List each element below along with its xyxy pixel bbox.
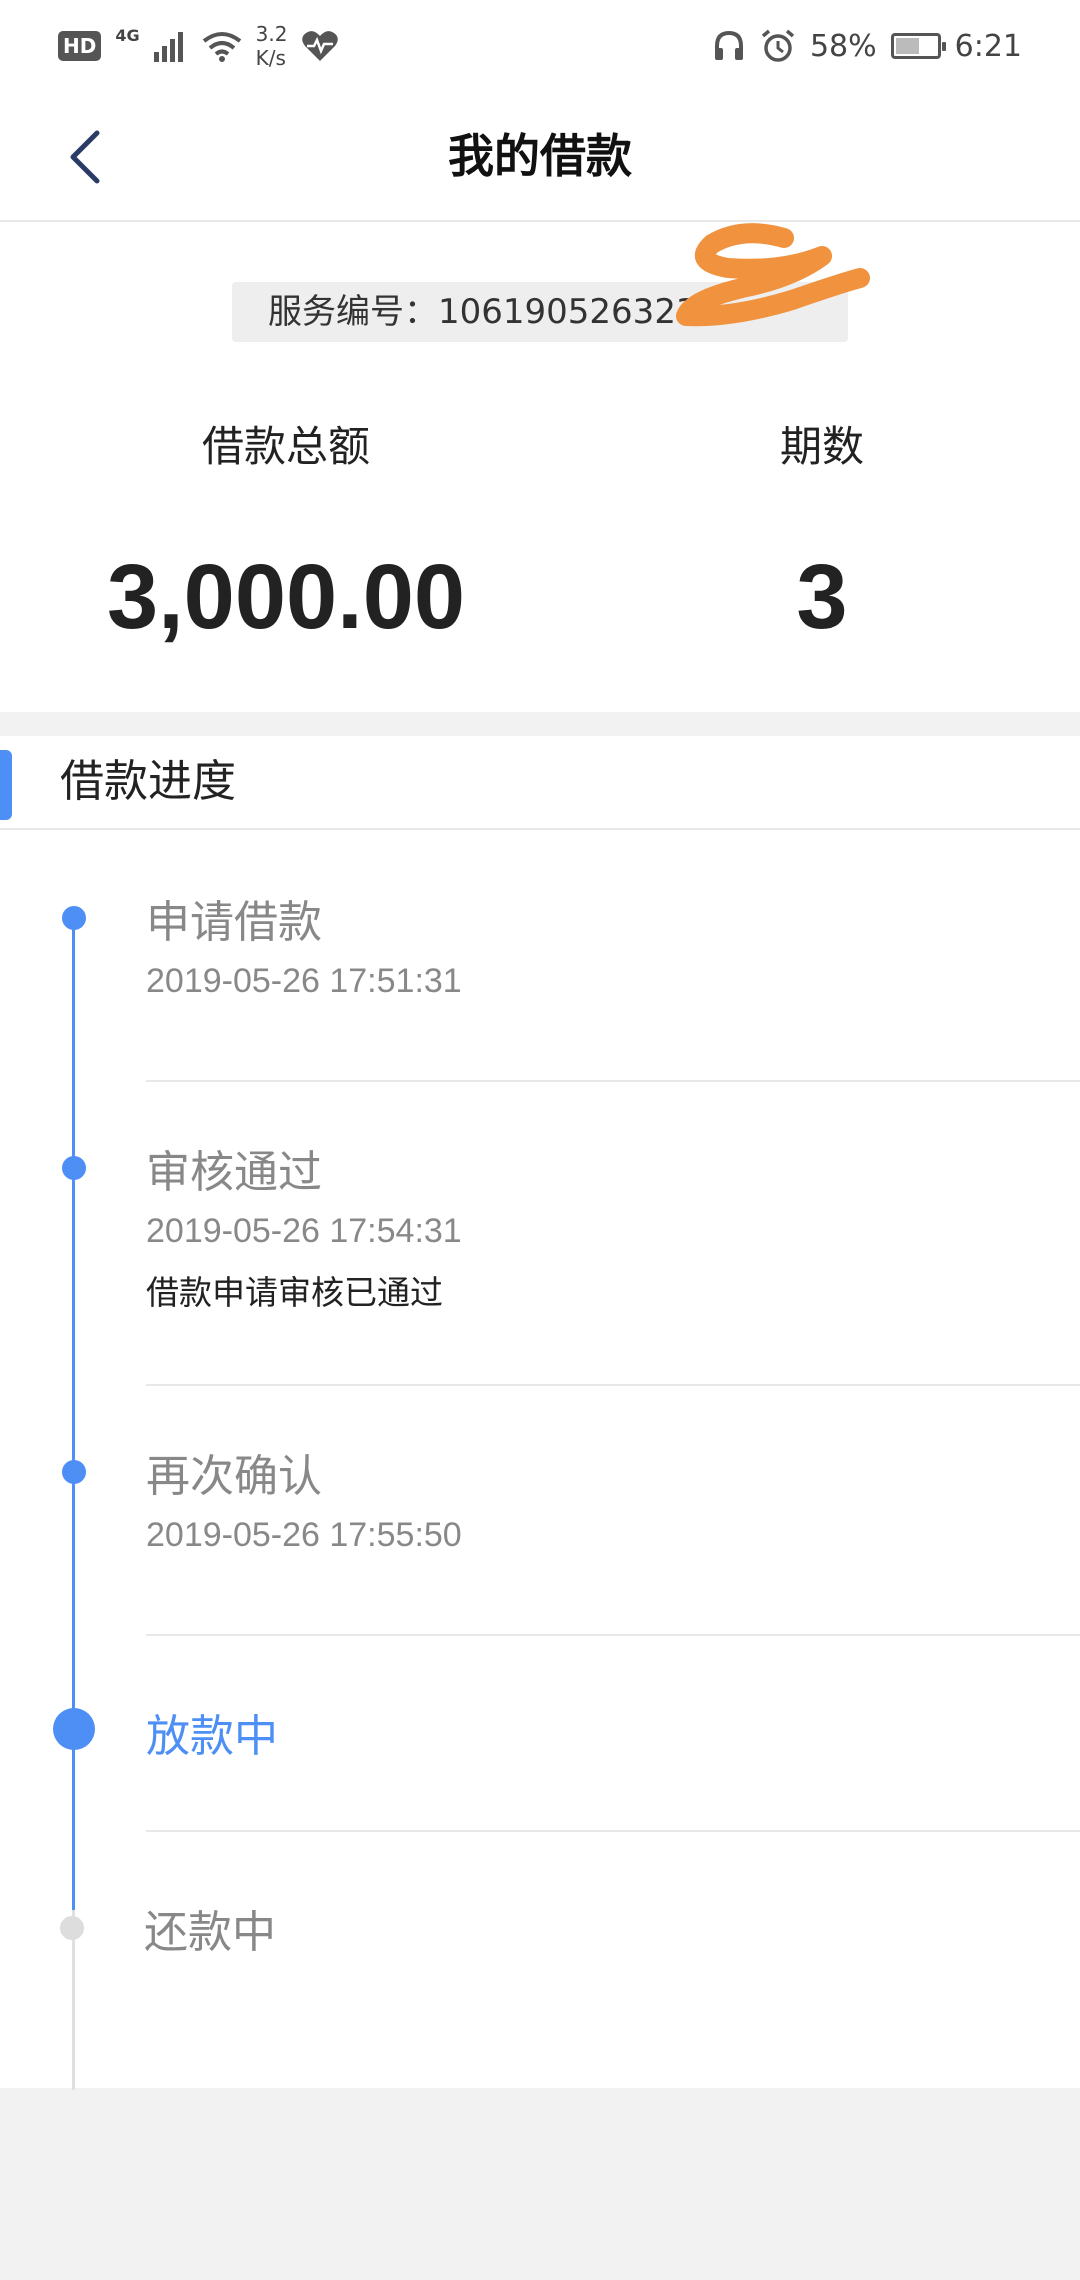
step-title: 放款中 xyxy=(146,1711,278,1762)
alarm-icon xyxy=(761,29,795,62)
step-divider xyxy=(146,1634,1080,1636)
step-title: 还款中 xyxy=(144,1907,276,1958)
loan-amount-value: 3,000.00 xyxy=(106,546,466,648)
loan-detail-page: HD 4G 3.2 K/s 58% 6:21 我的借款 服务编号：1061905… xyxy=(0,0,1080,2280)
battery-icon xyxy=(890,33,946,59)
timeline-dot-active xyxy=(53,1708,95,1750)
section-accent-bar xyxy=(0,750,12,820)
timeline-dot xyxy=(62,906,86,930)
periods-value: 3 xyxy=(796,546,848,648)
signal-icon xyxy=(153,32,183,62)
page-title: 我的借款 xyxy=(448,129,632,183)
timeline-line-done xyxy=(72,916,75,1910)
speed-unit: K/s xyxy=(255,46,286,70)
hd-badge: HD xyxy=(58,31,102,61)
step-title: 再次确认 xyxy=(146,1451,322,1502)
timeline-dot xyxy=(62,1156,86,1180)
step-note: 借款申请审核已通过 xyxy=(146,1273,443,1312)
step-title: 审核通过 xyxy=(146,1147,322,1198)
loan-progress: 借款进度 申请借款 2019-05-26 17:51:31 审核通过 2019-… xyxy=(0,736,1080,2090)
speed-value: 3.2 xyxy=(255,22,288,46)
step-time: 2019-05-26 17:51:31 xyxy=(146,962,462,1000)
clock: 6:21 xyxy=(954,28,1022,64)
service-number-label: 服务编号： xyxy=(268,292,438,332)
periods-block: 期数 3 xyxy=(612,412,1032,652)
nav-header: 我的借款 xyxy=(0,92,1080,222)
periods-label: 期数 xyxy=(779,422,864,471)
loan-amount-label: 借款总额 xyxy=(201,422,370,471)
headphones-icon xyxy=(714,30,743,60)
step-divider xyxy=(146,1384,1080,1386)
network-type: 4G xyxy=(115,26,140,45)
section-header: 借款进度 xyxy=(0,736,1080,830)
loan-summary: 服务编号：1061905263230 借款总额 3,000.00 期数 3 xyxy=(0,222,1080,712)
step-time: 2019-05-26 17:54:31 xyxy=(146,1212,462,1250)
step-time: 2019-05-26 17:55:50 xyxy=(146,1516,462,1554)
timeline-dot xyxy=(62,1460,86,1484)
timeline-dot-pending xyxy=(60,1916,84,1940)
network-speed: 3.2 K/s xyxy=(256,22,288,70)
status-bar: HD 4G 3.2 K/s 58% 6:21 xyxy=(0,0,1080,92)
status-right: 58% 6:21 xyxy=(712,20,1022,72)
step-divider xyxy=(146,1080,1080,1082)
status-left: HD 4G 3.2 K/s xyxy=(58,20,339,72)
step-title: 申请借款 xyxy=(146,897,322,948)
battery-percent: 58% xyxy=(809,28,877,64)
wifi-icon xyxy=(202,32,241,62)
section-title: 借款进度 xyxy=(60,756,236,807)
loan-amount-block: 借款总额 3,000.00 xyxy=(76,412,496,652)
health-heart-icon xyxy=(302,31,339,61)
redaction-scribble xyxy=(676,223,870,327)
step-divider xyxy=(146,1830,1080,1832)
battery-level xyxy=(895,38,919,54)
